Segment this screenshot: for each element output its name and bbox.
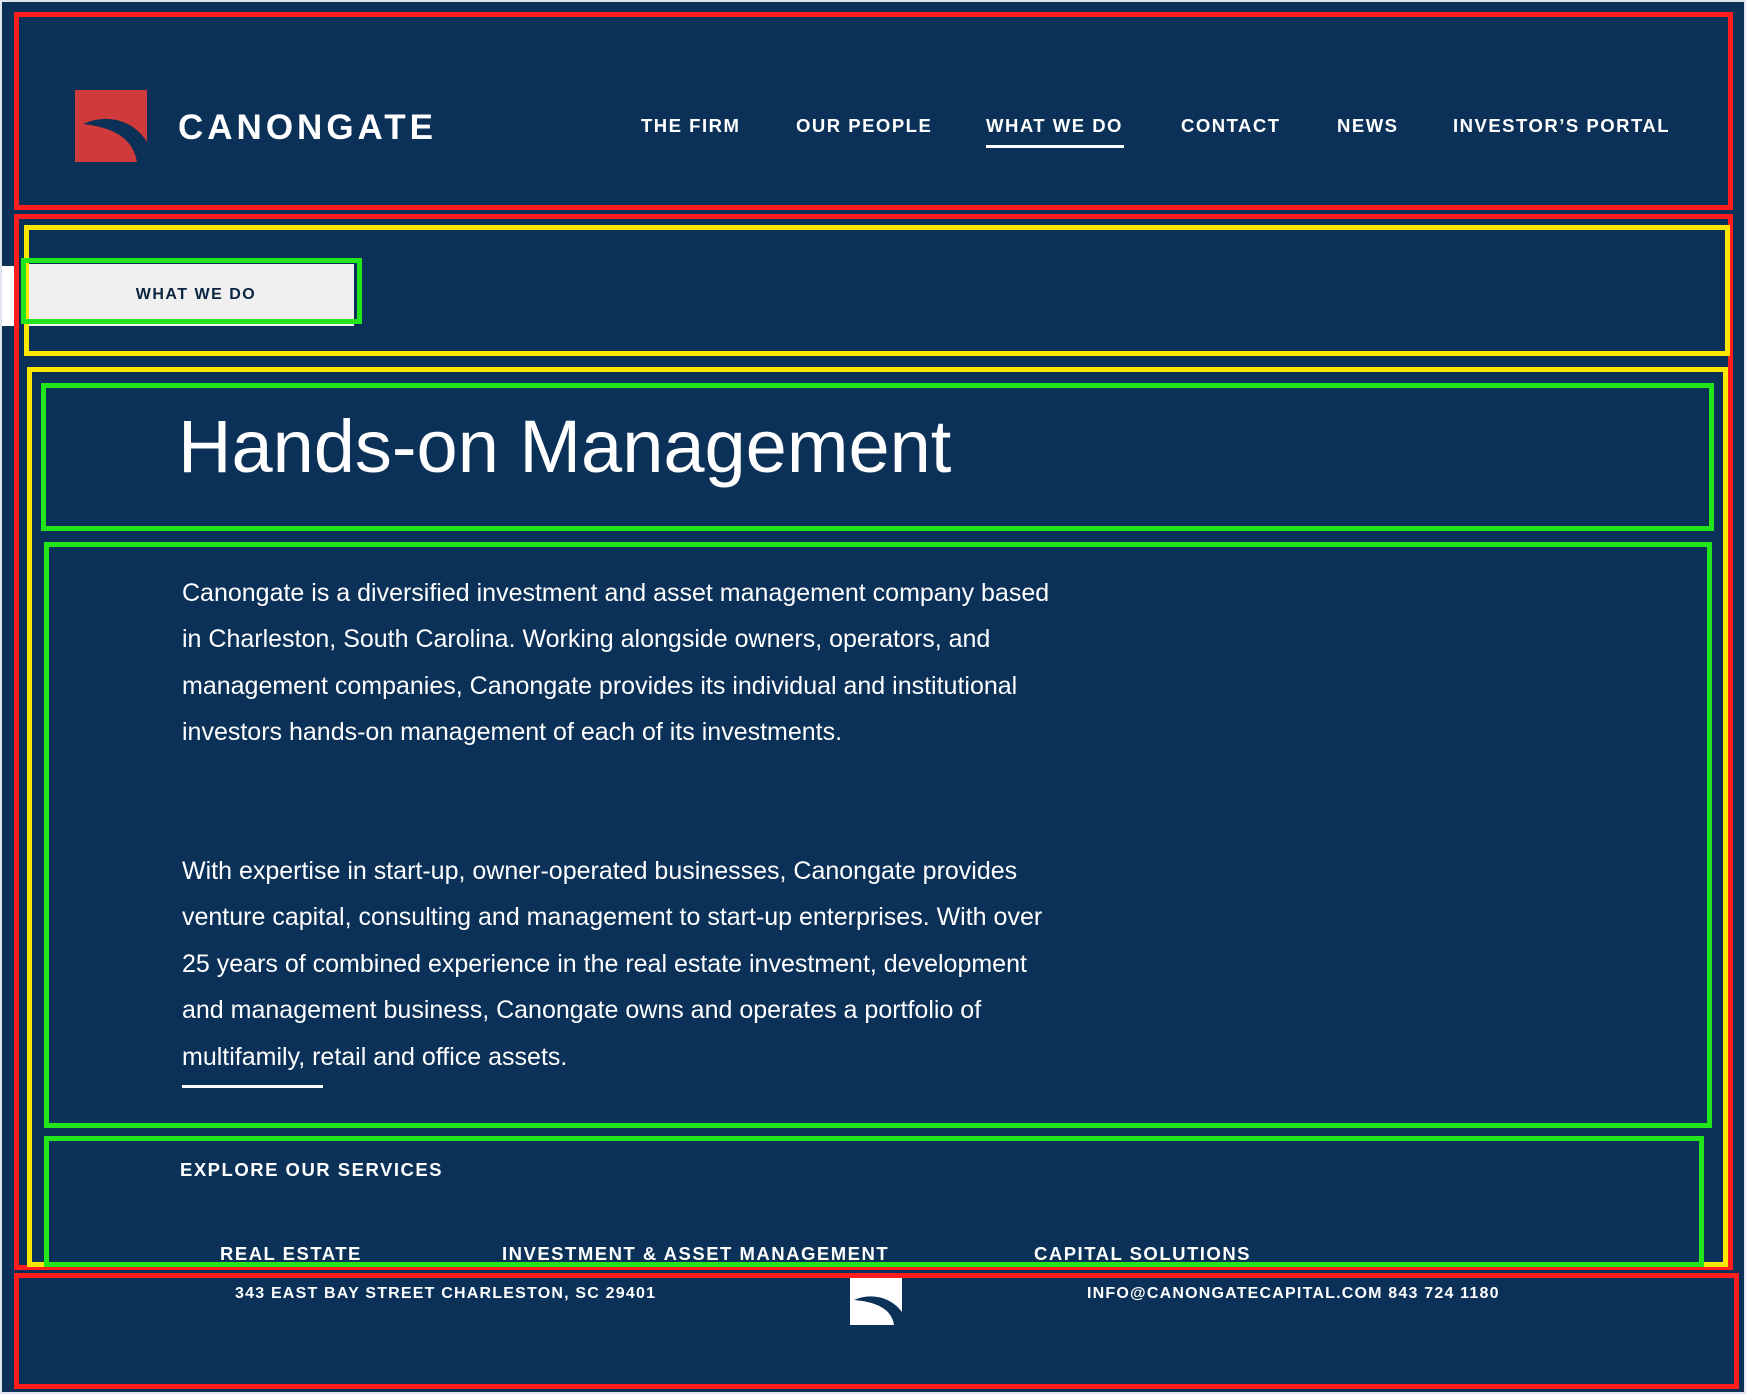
footer-contact[interactable]: INFO@CANONGATECAPITAL.COM 843 724 1180 xyxy=(1087,1284,1500,1304)
nav-item-what-we-do[interactable]: WHAT WE DO xyxy=(986,114,1123,138)
footer-address: 343 EAST BAY STREET CHARLESTON, SC 29401 xyxy=(235,1285,657,1302)
breadcrumb-tab[interactable]: WHAT WE DO xyxy=(26,264,354,326)
page: CANONGATE THE FIRM OUR PEOPLE WHAT WE DO… xyxy=(0,0,1746,1394)
section-divider xyxy=(182,1085,323,1088)
nav-item-news[interactable]: NEWS xyxy=(1337,114,1399,138)
service-link-capital-solutions[interactable]: CAPITAL SOLUTIONS xyxy=(1034,1242,1251,1266)
service-link-real-estate[interactable]: REAL ESTATE xyxy=(220,1242,362,1266)
active-nav-underline xyxy=(986,145,1124,148)
breadcrumb-edge xyxy=(2,266,14,326)
breadcrumb-label: WHAT WE DO xyxy=(135,286,257,303)
canongate-logo-icon[interactable] xyxy=(75,90,147,162)
services-heading: EXPLORE OUR SERVICES xyxy=(180,1159,444,1180)
canongate-mark-icon[interactable] xyxy=(850,1278,902,1325)
service-link-investment-asset-management[interactable]: INVESTMENT & ASSET MANAGEMENT xyxy=(502,1242,889,1266)
nav-item-contact[interactable]: CONTACT xyxy=(1181,114,1281,138)
nav-item-the-firm[interactable]: THE FIRM xyxy=(641,114,740,138)
page-title: Hands-on Management xyxy=(178,405,952,488)
intro-paragraph: Canongate is a diversified investment an… xyxy=(182,579,1050,747)
nav-item-our-people[interactable]: OUR PEOPLE xyxy=(796,114,932,138)
expertise-paragraph: With expertise in start-up, owner-operat… xyxy=(182,857,1043,1071)
brand-name[interactable]: CANONGATE xyxy=(178,106,437,150)
nav-item-investors-portal[interactable]: INVESTOR’S PORTAL xyxy=(1453,114,1670,138)
main-section-outline xyxy=(27,367,1728,1267)
